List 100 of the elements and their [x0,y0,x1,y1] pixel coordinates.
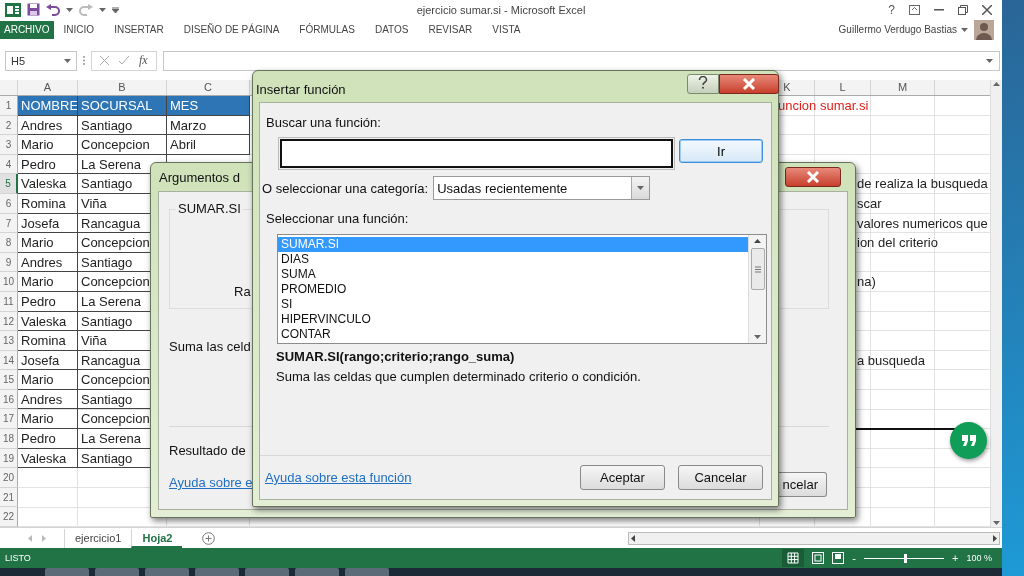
ribbon-tab[interactable]: INICIO [53,21,105,39]
caret-icon [66,8,73,12]
row-number[interactable]: 19 [0,448,18,469]
category-dropdown[interactable]: Usadas recientemente [433,176,651,200]
list-item[interactable]: PROMEDIO [278,282,748,297]
cell-text: ion del criterio [857,234,938,253]
table-cell: Mario [18,233,78,253]
header-cell: NOMBRE [18,95,78,116]
add-sheet-icon[interactable] [202,531,216,545]
ribbon-tab[interactable]: ARCHIVO [0,21,54,39]
close-button[interactable] [785,167,841,187]
row-number[interactable]: 18 [0,429,18,449]
list-item[interactable]: SI [278,297,748,312]
table-cell: Valeska [18,174,78,194]
row-number[interactable]: 20 [0,468,18,488]
row-number[interactable]: 16 [0,389,18,410]
table-cell: Mario [18,370,78,390]
normal-view-icon[interactable] [782,549,805,567]
customize-icon[interactable] [112,7,119,13]
restore-icon[interactable] [958,5,968,15]
ribbon-tab[interactable]: FÓRMULAS [289,21,365,39]
list-item[interactable]: DIAS [278,252,748,267]
scroll-left-icon[interactable] [631,534,635,542]
row-number[interactable]: 8 [0,233,18,253]
help-button[interactable]: ? [888,3,895,17]
table-cell: Andres [18,115,78,136]
name-box[interactable]: H5 [5,50,77,71]
scroll-up-icon[interactable] [993,81,1000,86]
list-item[interactable]: SUMA [278,267,748,282]
table-cell: Mario [18,272,78,292]
ribbon-display-icon[interactable] [909,5,920,15]
row-number[interactable]: 10 [0,272,18,292]
row-number[interactable]: 7 [0,213,18,234]
table-cell: Mario [18,135,78,155]
cell-text: de realiza la busqueda [857,175,988,194]
vertical-scrollbar[interactable] [990,79,1002,528]
row-number[interactable]: 6 [0,193,18,214]
cancel-button[interactable]: ncelar [777,472,827,497]
list-scrollbar[interactable] [748,235,766,343]
ribbon-tab[interactable]: INSERTAR [104,21,174,39]
undo-icon[interactable] [46,4,60,16]
row-number[interactable]: 2 [0,115,18,136]
column-header[interactable]: M [871,79,935,95]
row-number[interactable]: 22 [0,507,18,528]
zoom-level[interactable]: 100 % [966,553,1002,563]
scroll-right-icon[interactable] [993,534,997,542]
scroll-up-icon[interactable] [754,239,761,243]
ribbon-tab[interactable]: DISEÑO DE PÁGINA [173,21,290,39]
list-item[interactable]: HIPERVINCULO [278,312,748,327]
ribbon-tab[interactable]: VISTA [482,21,531,39]
table-cell: Andres [18,389,78,410]
check-icon[interactable] [119,56,129,66]
row-number[interactable]: 3 [0,135,18,155]
column-header[interactable]: A [18,79,78,95]
page-layout-icon[interactable] [812,552,825,564]
avatar-icon[interactable] [974,20,994,40]
row-number[interactable]: 17 [0,409,18,430]
horizontal-scrollbar[interactable] [628,531,1000,545]
column-header[interactable]: L [815,79,871,95]
page-break-icon[interactable] [832,552,845,564]
sheet-tab[interactable]: Hoja2 [131,528,183,548]
list-item[interactable]: CONTAR [278,327,748,342]
row-number[interactable]: 13 [0,331,18,351]
go-button[interactable]: Ir [679,139,763,163]
cancel-button[interactable]: Cancelar [678,465,763,490]
close-button[interactable] [719,74,779,94]
minimize-icon[interactable] [934,9,944,11]
row-number[interactable]: 1 [0,95,18,116]
user-name[interactable]: Guillermo Verdugo Bastias [838,24,957,36]
zoom-in-button[interactable]: + [952,552,959,564]
table-cell: Pedro [18,429,78,449]
row-number[interactable]: 21 [0,487,18,508]
spreadsheet-logo-icon[interactable] [5,3,21,17]
row-number[interactable]: 9 [0,252,18,273]
row-number[interactable]: 15 [0,370,18,390]
caret-icon [64,58,71,63]
row-number[interactable]: 14 [0,350,18,371]
row-number[interactable]: 11 [0,291,18,312]
ribbon-tab[interactable]: REVISAR [418,21,483,39]
row-number[interactable]: 4 [0,154,18,175]
zoom-out-button[interactable]: - [852,552,857,564]
cell-reference: H5 [11,54,26,67]
row-number[interactable]: 5 [0,174,18,194]
cell-text: valores numericos que [857,214,988,233]
cell-text: scar [857,194,882,213]
insert-function-button[interactable]: fx [139,53,148,69]
column-header[interactable]: B [78,79,167,95]
field-label: Ra [234,284,251,299]
close-icon[interactable] [982,5,992,15]
help-link[interactable]: Ayuda sobre esta función [265,470,567,485]
table-cell: Andres [18,252,78,273]
search-field[interactable] [280,139,673,168]
header-cell: MES [167,95,250,116]
help-button[interactable] [687,74,719,94]
column-header[interactable]: C [167,79,250,95]
function-description: Suma las celd [169,339,252,354]
ok-button[interactable]: Aceptar [580,465,665,490]
row-number[interactable]: 12 [0,311,18,332]
save-icon[interactable] [27,3,40,17]
ribbon-tab[interactable]: DATOS [364,21,419,39]
